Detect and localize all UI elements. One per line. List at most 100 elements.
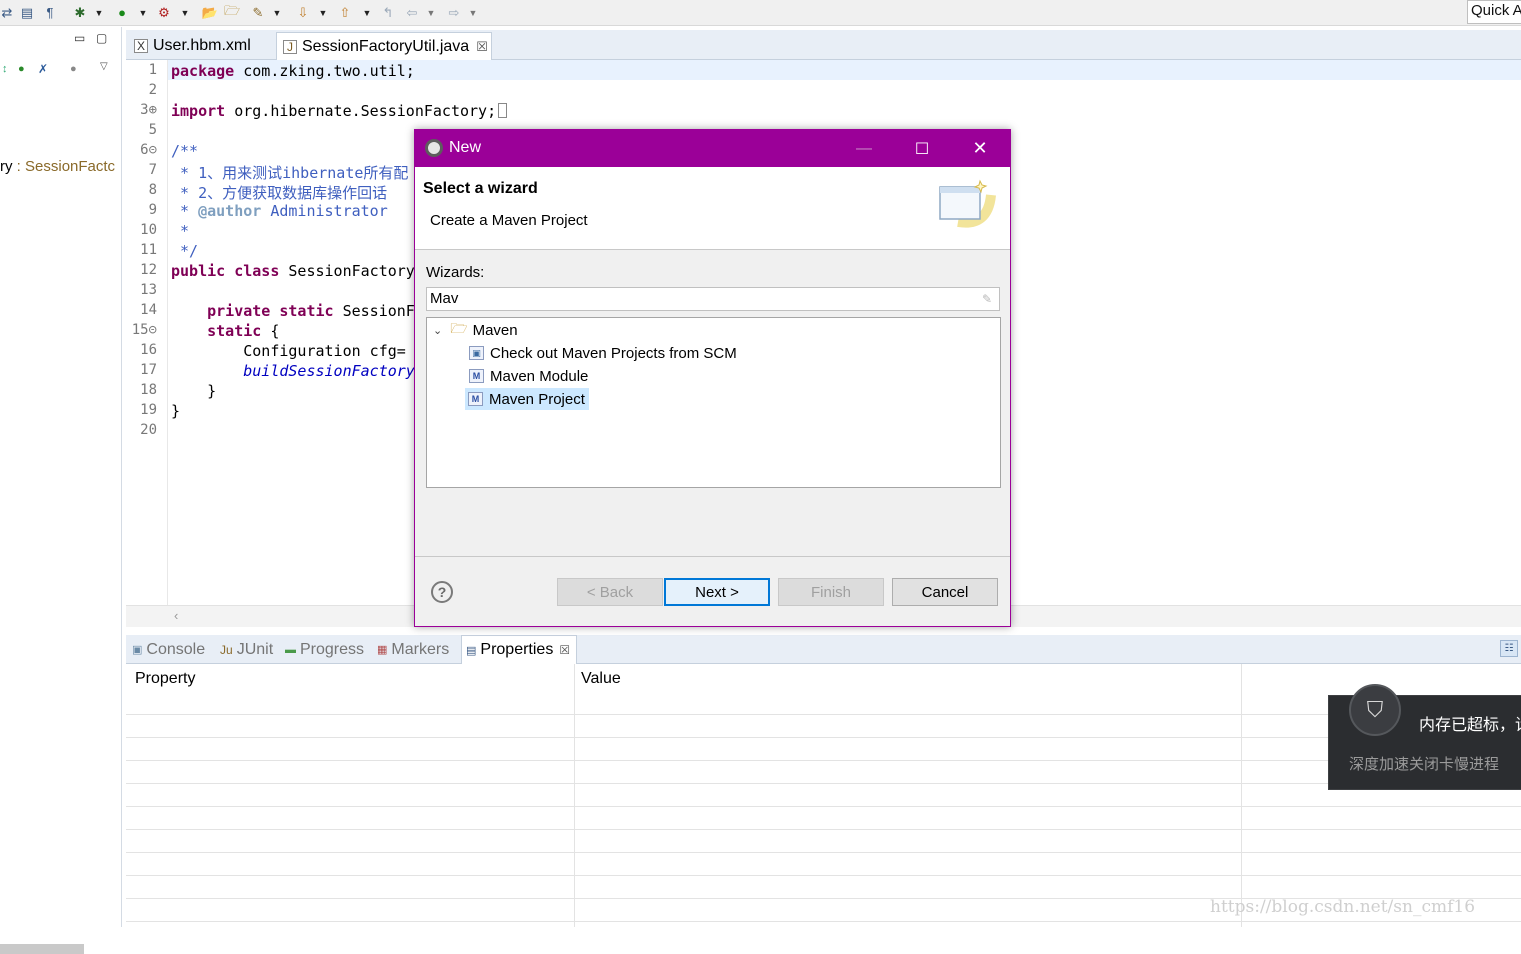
console-icon: ▣ — [132, 644, 143, 656]
wizard-filter-input[interactable]: Mav ✎ — [426, 287, 1000, 311]
line-number: 5 — [148, 122, 157, 138]
line-number: 9 — [148, 202, 157, 218]
tree-item-label: Check out Maven Projects from SCM — [490, 344, 737, 362]
table-row — [126, 737, 1521, 738]
line-number: 13 — [140, 282, 157, 298]
help-button[interactable]: ? — [431, 581, 453, 603]
header-title: Select a wizard — [423, 180, 538, 197]
tab-console[interactable]: ▣ Console — [132, 635, 205, 664]
toolbar-icon-3[interactable]: ¶ — [42, 4, 58, 21]
new-wizard-dialog: New — ☐ ✕ Select a wizard Create a Maven… — [414, 129, 1011, 627]
chevron-down-icon[interactable]: ▼ — [180, 4, 190, 21]
chevron-down-icon[interactable]: ▼ — [362, 4, 372, 21]
progress-icon: ▬ — [285, 643, 296, 656]
outline-item-type: SessionFactc — [25, 158, 116, 175]
eclipse-icon — [425, 139, 443, 157]
close-icon[interactable]: ☒ — [476, 39, 488, 55]
search-task-icon[interactable]: ✎ — [250, 4, 266, 21]
code-line: * 2、方便获取数据库操作回话 — [171, 184, 388, 202]
tree-item-label: Maven Project — [489, 390, 585, 408]
code-line: package com.zking.two.util; — [171, 62, 415, 80]
quick-access-input[interactable]: Quick A — [1467, 0, 1521, 24]
markers-icon: ▦ — [377, 644, 388, 656]
minimize-icon[interactable]: ▭ — [74, 31, 85, 45]
line-number: 18 — [140, 382, 157, 398]
line-number: 8 — [148, 182, 157, 198]
hide-nonpublic-icon[interactable]: ● — [70, 63, 77, 75]
tab-progress[interactable]: ▬ Progress — [285, 635, 364, 664]
hide-static-icon[interactable]: ✗ — [38, 62, 48, 76]
line-number: 11 — [140, 242, 157, 258]
dialog-titlebar[interactable]: New — ☐ ✕ — [415, 130, 1010, 167]
last-edit-icon[interactable]: ↰ — [380, 4, 396, 21]
code-line: /** — [171, 142, 199, 160]
scroll-left-icon[interactable]: ‹ — [174, 608, 178, 623]
wizard-tree[interactable]: ⌄ 🗁 Maven ▣ Check out Maven Projects fro… — [426, 317, 1001, 488]
toolbar-icon-2[interactable]: ▤ — [20, 4, 34, 21]
tab-junit[interactable]: Ju JUnit — [220, 635, 273, 664]
tab-user-hbm-xml[interactable]: X User.hbm.xml — [128, 32, 274, 60]
chevron-down-icon[interactable]: ▼ — [138, 4, 148, 21]
code-line: * — [171, 222, 190, 240]
filter-value: Mav — [430, 290, 459, 307]
external-tools-icon[interactable]: ⚙ — [156, 4, 172, 21]
tree-item-maven-project[interactable]: M Maven Project — [465, 388, 589, 410]
close-icon[interactable]: ☒ — [559, 643, 570, 657]
line-number: 3⊕ — [140, 102, 157, 118]
sort-icon[interactable]: ↕ — [2, 63, 8, 75]
tab-label: SessionFactoryUtil.java — [302, 37, 470, 55]
line-number: 7 — [148, 162, 157, 178]
next-button[interactable]: Next > — [664, 578, 770, 606]
hide-fields-icon[interactable]: ● — [18, 63, 25, 75]
outline-panel: ▭ ▢ ↕ ● ✗ ● ▽ ry : SessionFactc — [0, 27, 122, 954]
run-icon[interactable]: ● — [114, 4, 130, 21]
line-number: 19 — [140, 402, 157, 418]
finish-button[interactable]: Finish — [778, 578, 884, 606]
tab-markers[interactable]: ▦ Markers — [377, 635, 449, 664]
chevron-down-icon[interactable]: ▼ — [318, 4, 328, 21]
line-number: 17 — [140, 362, 157, 378]
next-annotation-icon[interactable]: ⇩ — [296, 4, 310, 21]
horizontal-scrollbar[interactable] — [0, 944, 84, 954]
prev-annotation-icon[interactable]: ⇧ — [338, 4, 352, 21]
cancel-button[interactable]: Cancel — [892, 578, 998, 606]
tree-item-label: Maven Module — [490, 367, 589, 385]
maximize-icon[interactable]: ▢ — [96, 31, 107, 45]
main-toolbar: ⇄ ▤ ¶ ✱ ▼ ● ▼ ⚙ ▼ 📂 🗁 ✎ ▼ ⇩ ▼ ⇧ ▼ ↰ ⇦ ▼ … — [0, 0, 1521, 26]
outline-item[interactable]: ry : SessionFactc — [0, 158, 115, 175]
back-arrow-icon[interactable]: ⇦ — [404, 4, 420, 21]
table-row — [126, 806, 1521, 807]
debug-icon[interactable]: ✱ — [72, 4, 88, 21]
tab-sessionfactoryutil-java[interactable]: J SessionFactoryUtil.java ☒ — [276, 32, 492, 60]
line-number: 12 — [140, 262, 157, 278]
categories-icon[interactable]: ☷ — [1500, 640, 1518, 657]
toolbar-icon-1[interactable]: ⇄ — [0, 4, 14, 21]
back-button[interactable]: < Back — [557, 578, 663, 606]
new-folder-icon[interactable]: 📂 — [202, 4, 218, 21]
system-notification[interactable]: ⛉ 内存已超标，请 深度加速关闭卡慢进程 — [1328, 684, 1521, 790]
open-folder-icon[interactable]: 🗁 — [224, 3, 240, 21]
code-line: public class SessionFactory — [171, 262, 415, 280]
chevron-down-icon[interactable]: ▼ — [94, 4, 104, 21]
chevron-down-icon[interactable]: ▼ — [272, 4, 282, 21]
minimize-button[interactable]: — — [835, 130, 893, 167]
chevron-down-icon[interactable]: ▼ — [468, 4, 478, 21]
maximize-button[interactable]: ☐ — [893, 130, 951, 167]
code-line: static { — [207, 322, 280, 340]
header-description: Create a Maven Project — [430, 212, 588, 229]
expand-chevron-icon[interactable]: ⌄ — [433, 324, 442, 337]
column-divider — [1241, 664, 1242, 927]
tree-node-maven[interactable]: ⌄ 🗁 Maven — [433, 319, 518, 341]
table-row — [126, 714, 1521, 715]
tab-properties[interactable]: ▤ Properties ☒ — [461, 635, 578, 664]
table-row — [126, 760, 1521, 761]
clear-filter-icon[interactable]: ✎ — [982, 292, 995, 306]
tree-item-maven-module[interactable]: M Maven Module — [469, 365, 588, 387]
forward-arrow-icon[interactable]: ⇨ — [446, 4, 462, 21]
tree-item-checkout-scm[interactable]: ▣ Check out Maven Projects from SCM — [469, 342, 737, 364]
code-line: Configuration cfg= — [171, 342, 406, 360]
chevron-down-icon[interactable]: ▼ — [426, 4, 436, 21]
close-button[interactable]: ✕ — [951, 130, 1009, 167]
view-menu-icon[interactable]: ▽ — [100, 61, 108, 72]
column-header-value: Value — [581, 670, 621, 687]
